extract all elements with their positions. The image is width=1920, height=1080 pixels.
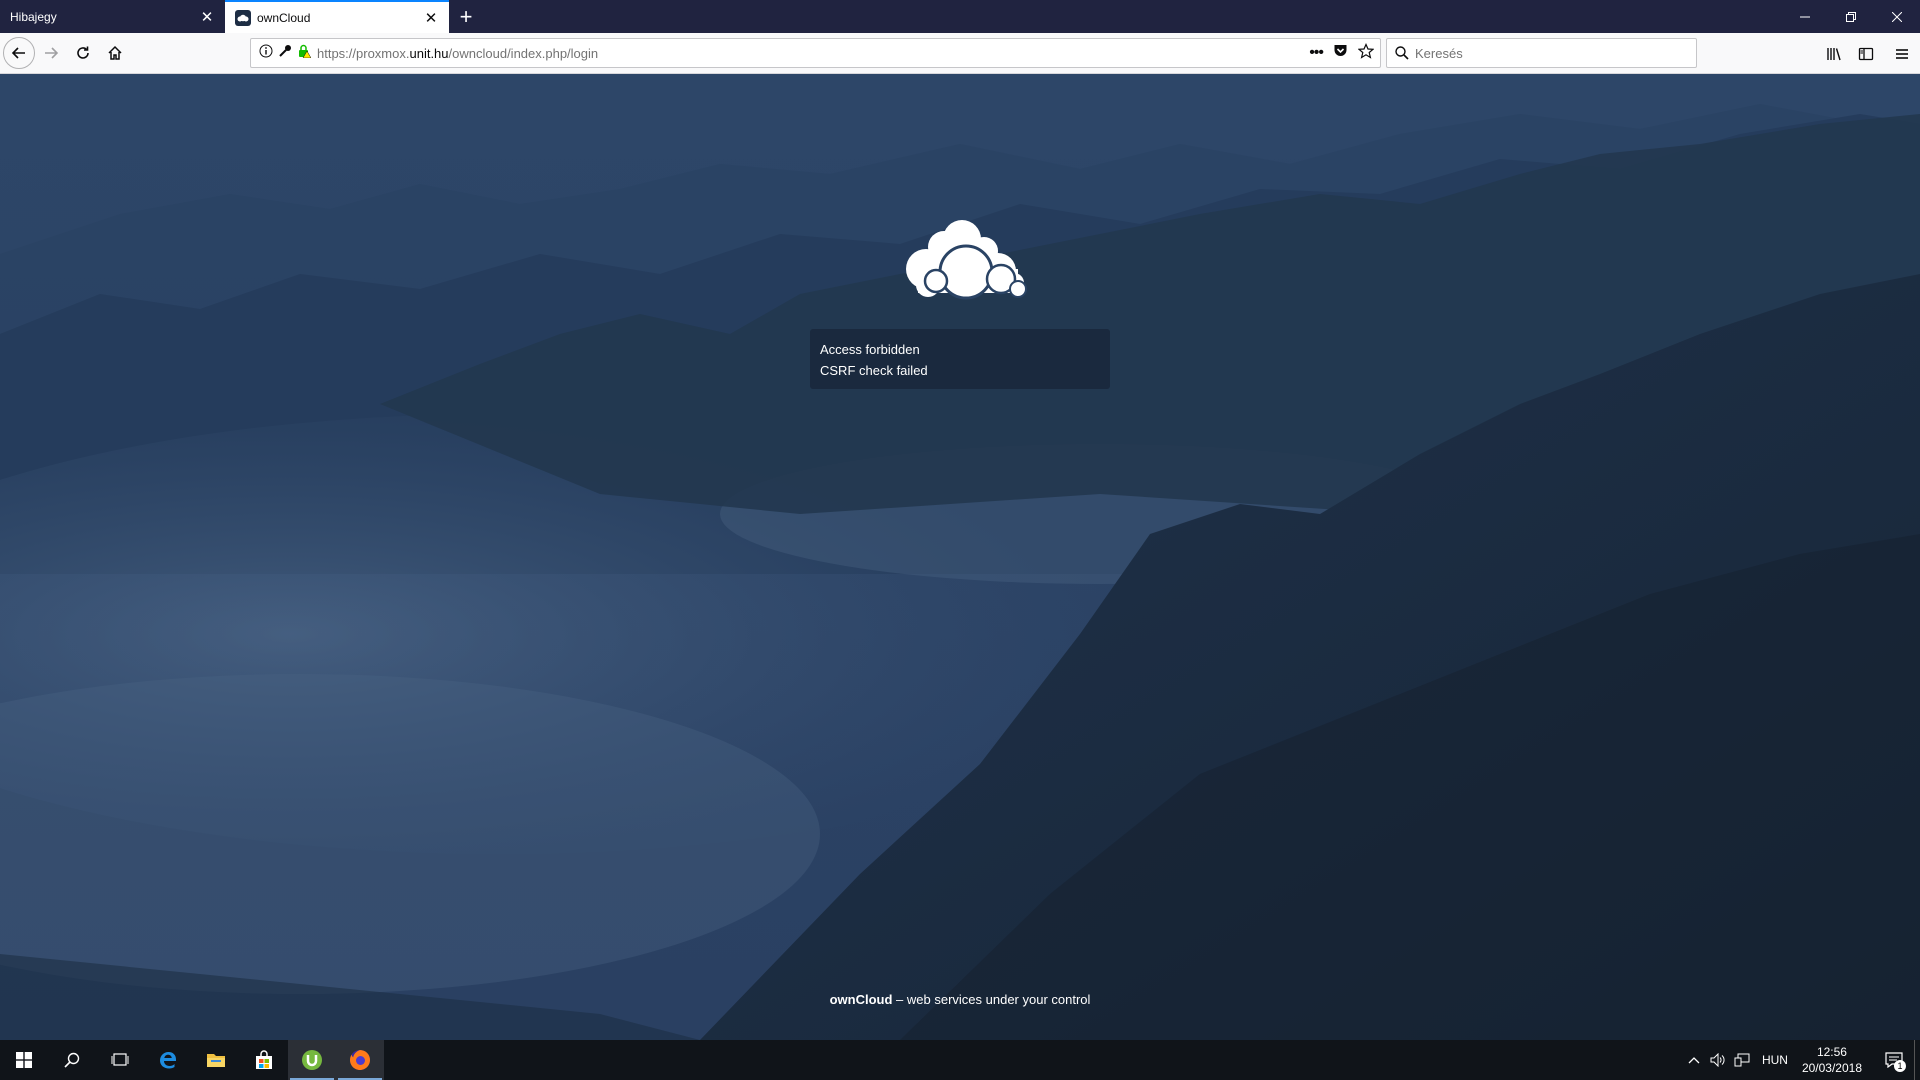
home-button[interactable] [99,37,131,69]
sidebar-icon[interactable] [1850,38,1882,70]
library-icon[interactable] [1818,38,1850,70]
search-icon [1395,46,1409,60]
edge-icon[interactable] [144,1040,192,1080]
tab-owncloud[interactable]: ownCloud ✕ [225,0,449,33]
windows-start-icon[interactable] [0,1040,48,1080]
close-window-icon[interactable] [1874,0,1920,33]
tab-hibajegy[interactable]: Hibajegy ✕ [0,0,225,33]
input-language[interactable]: HUN [1762,1053,1788,1067]
firefox-icon[interactable] [336,1040,384,1080]
bookmark-star-icon[interactable] [1357,42,1375,64]
footer-brand[interactable]: ownCloud [830,992,893,1007]
toolbar-right [1818,33,1920,74]
owncloud-logo [906,220,1027,300]
tab-title: ownCloud [257,10,311,25]
window-controls [1782,0,1920,33]
page-footer: ownCloud – web services under your contr… [0,992,1920,1007]
clock-time: 12:56 [1816,1045,1847,1059]
error-title: Access forbidden [820,342,920,357]
search-input[interactable] [1415,45,1685,61]
close-tab-icon[interactable]: ✕ [199,9,215,26]
page-content: Access forbidden CSRF check failed ownCl… [0,74,1920,1040]
reload-button[interactable] [67,37,99,69]
search-bar[interactable] [1386,38,1697,68]
info-icon[interactable] [259,44,273,63]
pocket-icon[interactable] [1333,43,1348,63]
system-tray: HUN 12:56 20/03/2018 1 [1682,1040,1920,1080]
padlock-warning-icon[interactable] [297,44,312,63]
error-message-box: Access forbidden CSRF check failed [810,329,1110,389]
search-icon[interactable] [48,1040,96,1080]
key-icon[interactable] [278,44,292,63]
clock[interactable]: 12:56 20/03/2018 [1802,1044,1862,1076]
volume-icon[interactable] [1706,1040,1730,1080]
new-tab-button[interactable]: + [449,0,483,33]
menu-icon[interactable] [1886,38,1918,70]
restore-icon[interactable] [1828,0,1874,33]
error-detail: CSRF check failed [820,363,928,378]
clock-date: 20/03/2018 [1801,1061,1862,1075]
url-bar[interactable]: https://proxmox.unit.hu/owncloud/index.p… [250,38,1381,68]
task-view-icon[interactable] [96,1040,144,1080]
show-desktop-button[interactable] [1914,1040,1920,1080]
url-text[interactable]: https://proxmox.unit.hu/owncloud/index.p… [317,46,598,61]
notification-count-badge: 1 [1894,1060,1906,1072]
utorrent-icon[interactable] [288,1040,336,1080]
owncloud-favicon-icon [235,9,251,26]
file-explorer-icon[interactable] [192,1040,240,1080]
tab-strip: Hibajegy ✕ ownCloud ✕ + [0,0,1920,33]
action-center-icon[interactable]: 1 [1874,1040,1914,1080]
footer-tagline: – web services under your control [892,992,1091,1007]
close-tab-icon[interactable]: ✕ [423,10,439,27]
forward-button[interactable] [35,37,67,69]
chevron-up-icon[interactable] [1682,1040,1706,1080]
store-icon[interactable] [240,1040,288,1080]
minimize-icon[interactable] [1782,0,1828,33]
page-actions-icon[interactable]: ••• [1309,44,1324,62]
windows-taskbar: HUN 12:56 20/03/2018 1 [0,1040,1920,1080]
tab-title: Hibajegy [10,9,57,24]
network-icon[interactable] [1730,1040,1754,1080]
back-button[interactable] [3,37,35,69]
navigation-bar: https://proxmox.unit.hu/owncloud/index.p… [0,33,1920,74]
